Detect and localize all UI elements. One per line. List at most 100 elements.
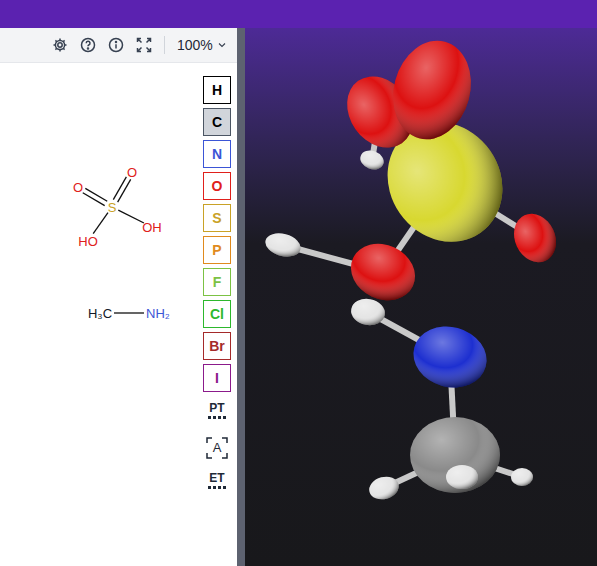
element-button[interactable]: O bbox=[203, 172, 231, 200]
element-button[interactable]: H bbox=[203, 76, 231, 104]
atom-label[interactable]: S bbox=[108, 200, 117, 215]
element-symbol: F bbox=[213, 272, 222, 293]
atom-ellipsoid-fill bbox=[358, 147, 387, 172]
frame-corners-icon bbox=[206, 437, 228, 459]
atom-shading bbox=[511, 468, 533, 486]
splitter[interactable] bbox=[237, 28, 245, 566]
element-symbol: N bbox=[212, 144, 222, 165]
chevron-down-icon[interactable] bbox=[216, 37, 228, 53]
bond[interactable] bbox=[113, 177, 130, 202]
3d-viewer[interactable] bbox=[245, 28, 597, 566]
table-dots-icon bbox=[208, 416, 226, 419]
atom-ellipsoid[interactable] bbox=[358, 147, 387, 172]
table-dots-icon bbox=[208, 486, 226, 489]
atom-label[interactable]: OH bbox=[142, 220, 162, 235]
toolbar-divider bbox=[164, 36, 165, 54]
atom-shading bbox=[263, 230, 303, 261]
element-button[interactable]: Cl bbox=[203, 300, 231, 328]
atom-ellipsoid-fill bbox=[406, 318, 493, 395]
atom-ellipsoid[interactable] bbox=[342, 234, 425, 311]
fullscreen-icon[interactable] bbox=[136, 37, 152, 53]
periodic-table-button[interactable]: PT bbox=[203, 396, 231, 424]
element-button[interactable]: P bbox=[203, 236, 231, 264]
atom-shading bbox=[406, 318, 493, 395]
dot bbox=[223, 486, 226, 489]
atom-ellipsoid[interactable] bbox=[406, 318, 493, 395]
atom-ellipsoid-fill bbox=[511, 468, 533, 486]
atom-shading bbox=[349, 296, 387, 328]
atom-shading bbox=[382, 32, 481, 148]
atom-shading bbox=[446, 465, 478, 489]
atom-ellipsoid[interactable] bbox=[382, 32, 481, 148]
atom-ellipsoid[interactable] bbox=[263, 230, 303, 261]
atom-ellipsoid[interactable] bbox=[410, 417, 500, 493]
atom-shading bbox=[410, 417, 500, 493]
help-icon[interactable] bbox=[80, 37, 96, 53]
bond[interactable] bbox=[93, 213, 108, 234]
atom-shading bbox=[358, 147, 387, 172]
text-tool-button[interactable]: A bbox=[203, 434, 231, 462]
element-symbol: H bbox=[212, 80, 222, 101]
bracket-frame-icon: A bbox=[206, 437, 228, 459]
atom-ellipsoid-fill bbox=[382, 32, 481, 148]
editor-panel: 100% SOOOHHOH₃CNH₂ HCNOSPFClBrIPTAET bbox=[0, 28, 237, 566]
atom-ellipsoid[interactable] bbox=[511, 468, 533, 486]
element-button[interactable]: S bbox=[203, 204, 231, 232]
atom-ellipsoid[interactable] bbox=[349, 296, 387, 328]
dot bbox=[213, 486, 216, 489]
bond[interactable] bbox=[118, 210, 144, 223]
atom-ellipsoid-fill bbox=[263, 230, 303, 261]
dot bbox=[218, 486, 221, 489]
atom-ellipsoid-fill bbox=[506, 207, 563, 269]
atom-label[interactable]: O bbox=[73, 180, 83, 195]
atom-ellipsoid-fill bbox=[342, 234, 425, 311]
atom-label[interactable]: NH₂ bbox=[146, 306, 170, 321]
atom-ellipsoid[interactable] bbox=[506, 207, 563, 269]
atom-shading bbox=[342, 234, 425, 311]
atom-label[interactable]: HO bbox=[78, 234, 98, 249]
atom-ellipsoid-fill bbox=[367, 473, 402, 502]
toolbar: 100% bbox=[0, 28, 237, 63]
element-symbol: P bbox=[212, 240, 221, 261]
info-icon[interactable] bbox=[108, 37, 124, 53]
zoom-select[interactable]: 100% bbox=[177, 35, 228, 56]
tool-label: A bbox=[213, 441, 222, 455]
tool-label: PT bbox=[209, 402, 224, 414]
bond[interactable] bbox=[114, 313, 144, 314]
top-strip bbox=[0, 0, 597, 28]
element-button[interactable]: F bbox=[203, 268, 231, 296]
atom-label[interactable]: O bbox=[127, 165, 137, 180]
element-symbol: S bbox=[212, 208, 221, 229]
element-symbol: O bbox=[212, 176, 223, 197]
structure-drawing[interactable]: S O O OH HO H₃C NH₂ bbox=[0, 63, 203, 543]
atom-ellipsoid-fill bbox=[349, 296, 387, 328]
atom-label[interactable]: H₃C bbox=[88, 306, 112, 321]
sketch-canvas[interactable]: S O O OH HO H₃C NH₂ bbox=[0, 63, 203, 566]
bond[interactable] bbox=[83, 188, 107, 205]
methylamine[interactable]: H₃C NH₂ bbox=[88, 306, 170, 321]
element-symbol: Br bbox=[209, 336, 225, 357]
dot bbox=[208, 416, 211, 419]
dot bbox=[213, 416, 216, 419]
zoom-value: 100% bbox=[177, 35, 213, 56]
dot bbox=[208, 486, 211, 489]
dot bbox=[223, 416, 226, 419]
element-symbol: I bbox=[215, 368, 219, 389]
tool-label: ET bbox=[209, 472, 224, 484]
sulfuric-acid[interactable]: S O O OH HO bbox=[73, 165, 162, 249]
settings-icon[interactable] bbox=[52, 37, 68, 53]
element-symbol: C bbox=[212, 112, 222, 133]
dot bbox=[218, 416, 221, 419]
element-button[interactable]: Br bbox=[203, 332, 231, 360]
atom-ellipsoid-fill bbox=[410, 417, 500, 493]
atom-shading bbox=[506, 207, 563, 269]
molecule-3d[interactable] bbox=[245, 28, 597, 566]
periodic-table-button[interactable]: ET bbox=[203, 466, 231, 494]
atom-ellipsoid[interactable] bbox=[367, 473, 402, 502]
element-button[interactable]: C bbox=[203, 108, 231, 136]
element-button[interactable]: I bbox=[203, 364, 231, 392]
element-palette: HCNOSPF Cl Br I PT A ET bbox=[203, 76, 231, 566]
element-button[interactable]: N bbox=[203, 140, 231, 168]
element-symbol: Cl bbox=[210, 304, 224, 325]
atom-ellipsoid[interactable] bbox=[446, 465, 478, 489]
